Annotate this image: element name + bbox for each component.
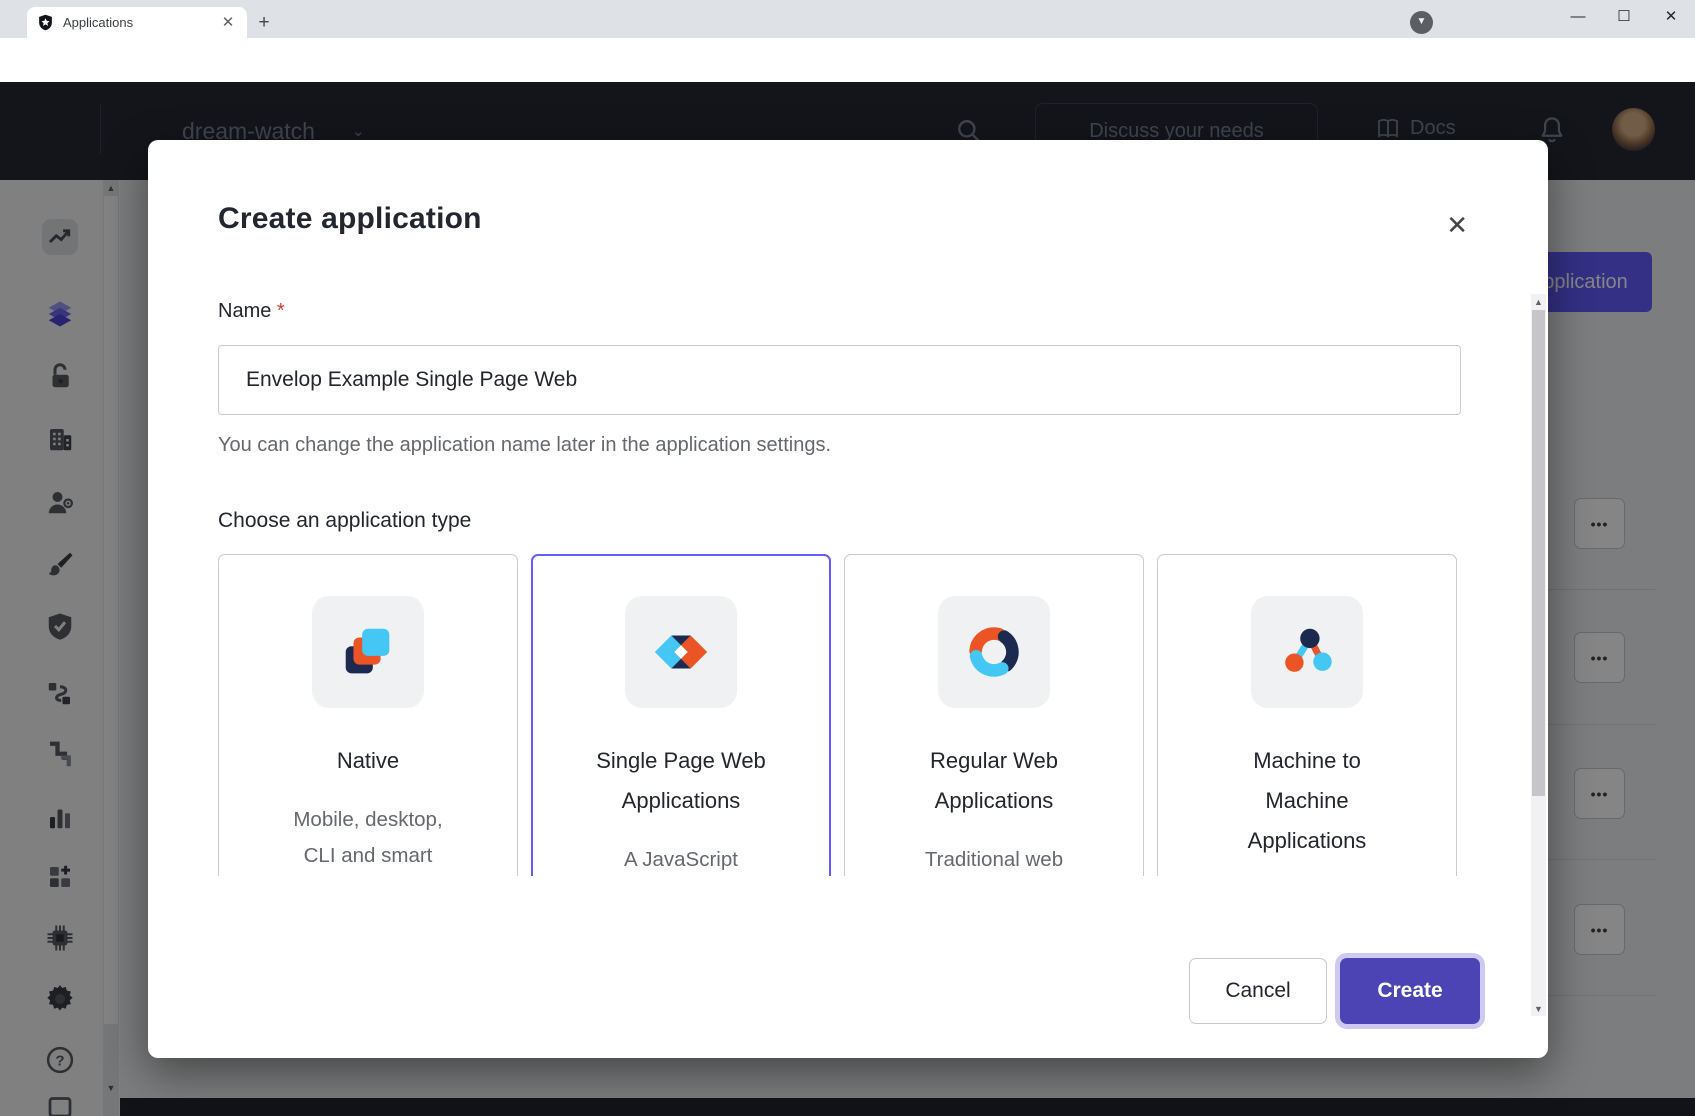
modal-footer: Cancel Create — [148, 918, 1548, 1058]
card-description: Traditional web — [925, 842, 1063, 876]
card-machine-to-machine[interactable]: Machine to Machine Applications — [1157, 554, 1457, 876]
browser-toolbar: ← → ⟳ 🔒 manage.auth0.com/dashboard/eu/dr… — [0, 38, 1695, 82]
browser-tab-strip: Applications ✕ + ▼ — ☐ ✕ — [0, 0, 1695, 38]
modal-close-icon[interactable]: ✕ — [1446, 212, 1468, 238]
m2m-icon-tile — [1251, 596, 1363, 708]
required-asterisk: * — [277, 300, 285, 322]
browser-tab[interactable]: Applications ✕ — [27, 7, 247, 38]
window-minimize-button[interactable]: — — [1561, 4, 1595, 30]
card-description: Mobile, desktop, CLI and smart — [293, 802, 442, 874]
card-title: Machine to Machine Applications — [1237, 741, 1377, 861]
card-desc-line: CLI and smart — [293, 838, 442, 874]
application-name-input[interactable] — [218, 345, 1461, 415]
application-type-label: Choose an application type — [218, 509, 1463, 533]
create-button[interactable]: Create — [1340, 958, 1480, 1024]
card-desc-line: A JavaScript — [624, 842, 738, 876]
name-label: Name * — [218, 300, 1463, 323]
window-maximize-button[interactable]: ☐ — [1607, 4, 1641, 30]
card-single-page-web[interactable]: Single Page Web Applications A JavaScrip… — [531, 554, 831, 876]
tab-title: Applications — [63, 15, 219, 30]
spa-icon-tile — [625, 596, 737, 708]
modal-scroll-area: Name * You can change the application na… — [148, 292, 1533, 876]
card-description: A JavaScript — [624, 842, 738, 876]
native-app-icon — [337, 621, 399, 683]
name-helper-text: You can change the application name late… — [218, 434, 1463, 457]
card-native[interactable]: Native Mobile, desktop, CLI and smart — [218, 554, 518, 876]
tab-search-icon[interactable]: ▼ — [1410, 11, 1433, 34]
modal-scrollbar-thumb[interactable] — [1532, 310, 1545, 796]
card-desc-line: Mobile, desktop, — [293, 802, 442, 838]
new-tab-button[interactable]: + — [252, 12, 276, 36]
name-label-text: Name — [218, 300, 271, 322]
card-desc-line: Traditional web — [925, 842, 1063, 876]
modal-scrollbar[interactable]: ▲ ▼ — [1531, 294, 1546, 1016]
card-title: Regular Web Applications — [887, 741, 1102, 821]
modal-title: Create application — [218, 202, 482, 236]
create-application-modal: Create application ✕ Name * You can chan… — [148, 140, 1548, 1058]
modal-scroll-up-icon[interactable]: ▲ — [1531, 297, 1546, 307]
native-icon-tile — [312, 596, 424, 708]
card-title: Single Page Web Applications — [574, 741, 789, 821]
cancel-button[interactable]: Cancel — [1189, 958, 1327, 1024]
window-close-button[interactable]: ✕ — [1654, 4, 1688, 30]
single-page-app-icon — [650, 621, 712, 683]
regular-web-app-icon — [963, 621, 1025, 683]
card-title: Native — [337, 741, 399, 781]
machine-to-machine-icon — [1276, 621, 1338, 683]
regular-web-icon-tile — [938, 596, 1050, 708]
auth0-favicon-icon — [37, 14, 54, 31]
tab-close-icon[interactable]: ✕ — [219, 14, 237, 32]
card-regular-web[interactable]: Regular Web Applications Traditional web — [844, 554, 1144, 876]
application-type-cards: Native Mobile, desktop, CLI and smart — [218, 554, 1463, 876]
